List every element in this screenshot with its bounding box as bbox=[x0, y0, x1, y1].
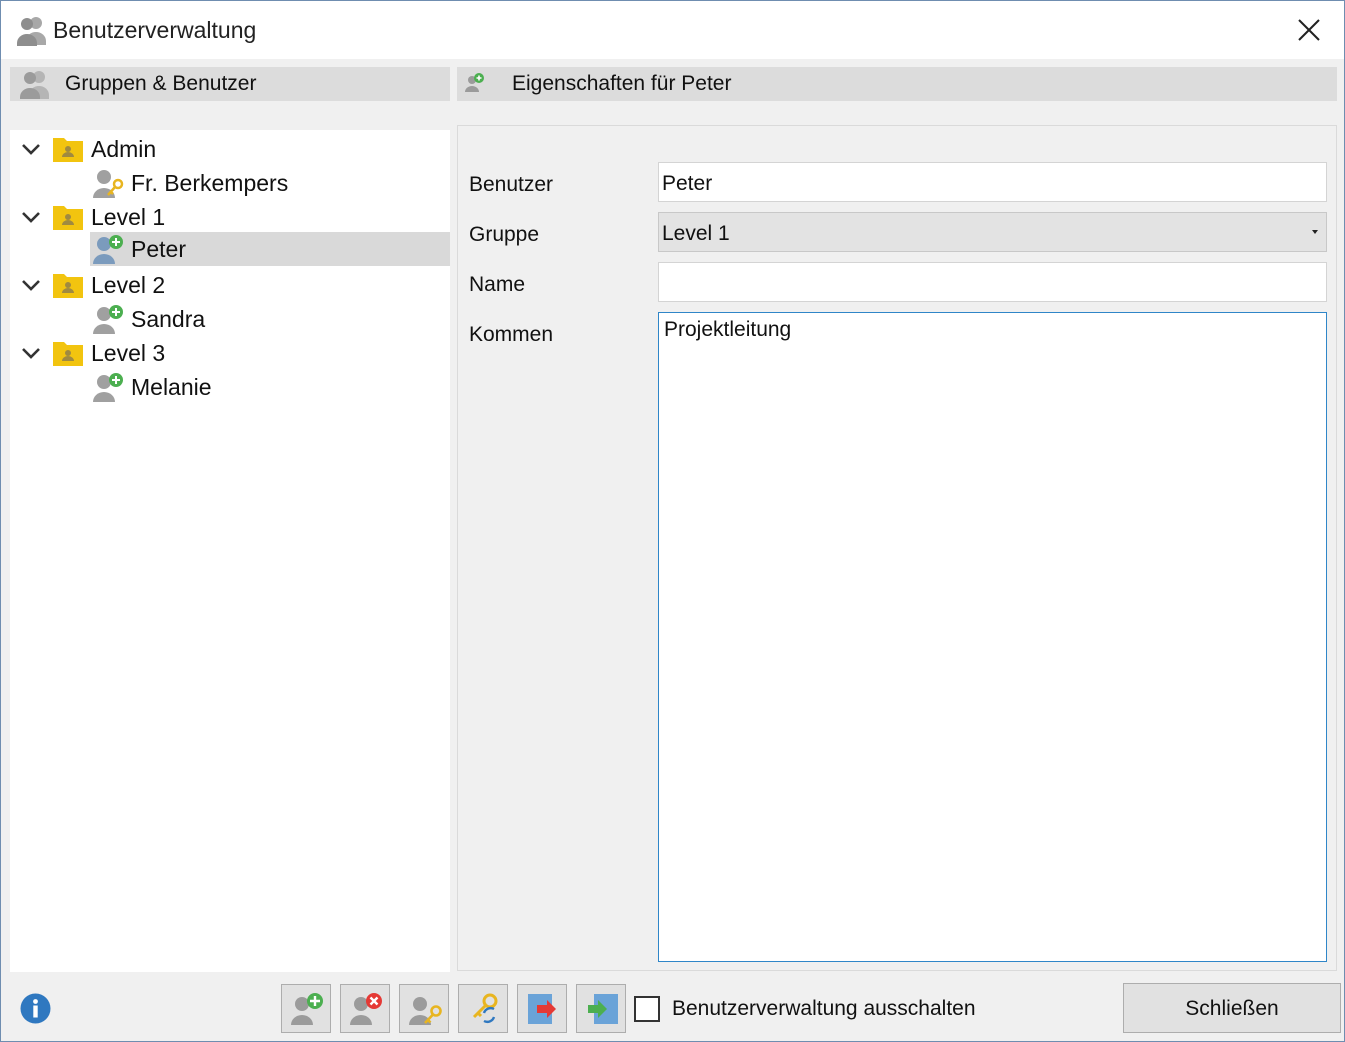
title-bar: Benutzerverwaltung bbox=[1, 1, 1344, 59]
add-user-button[interactable] bbox=[281, 984, 331, 1033]
chevron-down-icon[interactable] bbox=[20, 138, 42, 160]
user-add-icon bbox=[465, 73, 484, 92]
properties-header-label: Eigenschaften für Peter bbox=[512, 72, 732, 95]
tree-item-label: Level 1 bbox=[91, 204, 166, 230]
change-key-icon bbox=[472, 993, 498, 1024]
user-management-window: Benutzerverwaltung Gruppen & Benutzer Ei… bbox=[0, 0, 1345, 1042]
user-add-icon bbox=[93, 235, 123, 264]
tree-user-peter[interactable]: Peter bbox=[10, 232, 450, 266]
chevron-down-icon[interactable] bbox=[20, 274, 42, 296]
window-title: Benutzerverwaltung bbox=[53, 17, 257, 43]
dropdown-arrow-icon bbox=[1312, 230, 1318, 234]
folder-icon bbox=[53, 138, 83, 162]
tree-user-sandra[interactable]: Sandra bbox=[10, 302, 450, 336]
gruppe-select[interactable]: Level 1 bbox=[658, 212, 1327, 252]
close-icon[interactable] bbox=[1294, 15, 1324, 45]
tree-item-label: Peter bbox=[131, 236, 186, 262]
benutzer-field[interactable]: Peter bbox=[658, 162, 1327, 202]
disable-user-management-label[interactable]: Benutzerverwaltung ausschalten bbox=[672, 997, 976, 1021]
tree-group-level-2[interactable]: Level 2 bbox=[10, 268, 450, 302]
folder-icon bbox=[53, 342, 83, 366]
chevron-down-icon[interactable] bbox=[20, 206, 42, 228]
delete-user-button[interactable] bbox=[340, 984, 390, 1033]
tree-item-label: Melanie bbox=[131, 374, 212, 400]
properties-header: Eigenschaften für Peter bbox=[457, 67, 1337, 101]
user-password-icon bbox=[409, 997, 442, 1025]
chevron-down-icon[interactable] bbox=[20, 342, 42, 364]
kommen-textarea[interactable]: Projektleitung bbox=[658, 312, 1327, 962]
name-label: Name bbox=[469, 273, 526, 296]
add-user-icon bbox=[291, 993, 323, 1025]
import-button[interactable] bbox=[576, 984, 626, 1033]
name-field[interactable] bbox=[658, 262, 1327, 302]
user-add-icon bbox=[93, 373, 123, 402]
change-key-button[interactable] bbox=[458, 984, 508, 1033]
export-button[interactable] bbox=[517, 984, 567, 1033]
export-icon bbox=[528, 994, 556, 1024]
info-icon[interactable] bbox=[20, 993, 51, 1024]
import-icon bbox=[588, 994, 618, 1024]
groups-users-tree[interactable]: Admin Fr. Berkempers Level 1 Peter Level… bbox=[10, 130, 450, 972]
tree-user-fr-berkempers[interactable]: Fr. Berkempers bbox=[10, 166, 450, 200]
user-password-button[interactable] bbox=[399, 984, 449, 1033]
groups-users-header-label: Gruppen & Benutzer bbox=[65, 72, 257, 95]
tree-group-level-3[interactable]: Level 3 bbox=[10, 336, 450, 370]
folder-icon bbox=[53, 274, 83, 298]
tree-item-label: Fr. Berkempers bbox=[131, 170, 289, 196]
close-button[interactable]: Schließen bbox=[1123, 983, 1341, 1033]
tree-group-level-1[interactable]: Level 1 bbox=[10, 200, 450, 234]
tree-group-admin[interactable]: Admin bbox=[10, 132, 450, 166]
tree-item-label: Sandra bbox=[131, 306, 206, 332]
user-key-icon bbox=[93, 170, 124, 198]
groups-users-header: Gruppen & Benutzer bbox=[10, 67, 450, 101]
tree-item-label: Level 3 bbox=[91, 340, 166, 366]
benutzer-label: Benutzer bbox=[469, 173, 554, 196]
gruppe-label: Gruppe bbox=[469, 223, 540, 246]
tree-item-label: Admin bbox=[91, 136, 157, 162]
users-icon bbox=[20, 71, 49, 99]
kommen-label: Kommen bbox=[469, 323, 554, 346]
gruppe-select-value: Level 1 bbox=[662, 222, 730, 245]
tree-item-label: Level 2 bbox=[91, 272, 166, 298]
disable-user-management-checkbox[interactable] bbox=[634, 996, 660, 1022]
tree-user-melanie[interactable]: Melanie bbox=[10, 370, 450, 404]
users-icon bbox=[17, 17, 46, 46]
delete-user-icon bbox=[350, 993, 382, 1025]
user-add-icon bbox=[93, 305, 123, 334]
folder-icon bbox=[53, 206, 83, 230]
properties-panel: Benutzer Peter Gruppe Level 1 Name Komme… bbox=[457, 125, 1337, 971]
